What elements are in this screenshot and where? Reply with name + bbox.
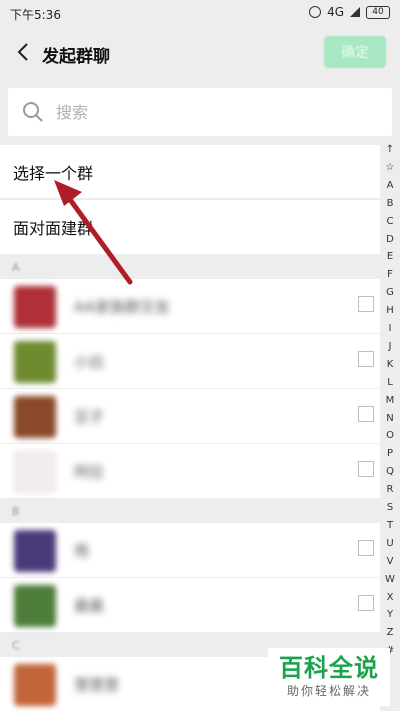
contact-checkbox[interactable] <box>358 595 374 611</box>
network-label: 4G <box>327 5 344 19</box>
chevron-left-icon <box>17 43 28 61</box>
contact-name: 晨晨 <box>74 597 105 615</box>
avatar <box>14 530 56 572</box>
avatar <box>14 286 56 328</box>
contact-checkbox[interactable] <box>358 540 374 556</box>
contact-checkbox[interactable] <box>358 461 374 477</box>
index-letter[interactable]: H <box>380 305 400 316</box>
index-letter[interactable]: W <box>380 574 400 585</box>
index-letter[interactable]: ☆ <box>380 162 400 173</box>
index-letter[interactable]: B <box>380 198 400 209</box>
index-letter[interactable]: Z <box>380 627 400 638</box>
index-letter[interactable]: G <box>380 287 400 298</box>
status-time: 下午5:36 <box>10 8 61 22</box>
avatar <box>14 664 56 706</box>
watermark-title: 百科全说 <box>279 654 379 682</box>
search-input[interactable] <box>56 102 356 122</box>
section-gap: B <box>0 499 380 523</box>
battery-icon: 40 <box>366 5 390 19</box>
contact-row[interactable]: 豆子 <box>0 389 380 443</box>
index-letter[interactable]: T <box>380 520 400 531</box>
section-header: C <box>12 639 20 652</box>
alarm-icon <box>309 6 322 18</box>
status-bar: 下午5:36 4G 40 <box>0 0 400 28</box>
index-letter[interactable]: A <box>380 180 400 191</box>
index-letter[interactable]: I <box>380 323 400 334</box>
contact-name: 慧慧慧 <box>74 676 120 694</box>
avatar <box>14 451 56 493</box>
contact-name: 小白 <box>74 353 105 371</box>
face-to-face-group-option[interactable]: 面对面建群 <box>0 200 380 254</box>
index-letter[interactable]: L <box>380 377 400 388</box>
contact-name: 雨 <box>74 542 90 560</box>
nav-bar: 发起群聊 确定 <box>0 28 400 76</box>
contact-row[interactable]: AA家族群交友 <box>0 279 380 333</box>
select-group-option[interactable]: 选择一个群 <box>0 145 380 199</box>
index-letter[interactable]: R <box>380 484 400 495</box>
index-letter[interactable]: E <box>380 251 400 262</box>
section-header: B <box>12 505 20 518</box>
index-letter[interactable]: P <box>380 448 400 459</box>
search-icon <box>23 102 43 122</box>
contact-row[interactable]: 阿拉 <box>0 444 380 498</box>
index-letter[interactable]: N <box>380 413 400 424</box>
contact-checkbox[interactable] <box>358 351 374 367</box>
index-letter[interactable]: M <box>380 395 400 406</box>
signal-icon <box>350 7 360 17</box>
contact-name: 豆子 <box>74 408 105 426</box>
contact-name: AA家族群交友 <box>74 298 170 316</box>
contact-row[interactable]: 雨 <box>0 523 380 577</box>
avatar <box>14 341 56 383</box>
index-letter[interactable]: O <box>380 430 400 441</box>
contact-row[interactable]: 小白 <box>0 334 380 388</box>
index-letter[interactable]: V <box>380 556 400 567</box>
watermark-subtitle: 助你轻松解决 <box>286 684 371 698</box>
contact-row[interactable]: 晨晨 <box>0 578 380 632</box>
contact-checkbox[interactable] <box>358 406 374 422</box>
index-letter[interactable]: C <box>380 216 400 227</box>
index-letter[interactable]: J <box>380 341 400 352</box>
index-letter[interactable]: ↑ <box>380 144 400 155</box>
confirm-button[interactable]: 确定 <box>324 36 386 68</box>
index-letter[interactable]: S <box>380 502 400 513</box>
avatar <box>14 396 56 438</box>
index-letter[interactable]: D <box>380 234 400 245</box>
index-letter[interactable]: X <box>380 592 400 603</box>
index-letter[interactable]: Q <box>380 466 400 477</box>
avatar <box>14 585 56 627</box>
section-header: A <box>12 261 20 274</box>
index-letter[interactable]: Y <box>380 609 400 620</box>
back-button[interactable] <box>8 36 38 68</box>
section-gap: A <box>0 255 380 279</box>
index-letter[interactable]: F <box>380 269 400 280</box>
contact-name: 阿拉 <box>74 463 105 481</box>
page-title: 发起群聊 <box>42 47 110 67</box>
status-icons: 4G 40 <box>309 5 390 19</box>
watermark-logo: 百科全说 助你轻松解决 <box>268 648 390 706</box>
index-letter[interactable]: K <box>380 359 400 370</box>
alphabet-index-bar[interactable]: ↑☆ABCDEFGHIJKLMNOPQRSTUVWXYZ# <box>380 140 400 660</box>
index-letter[interactable]: U <box>380 538 400 549</box>
search-bar[interactable] <box>8 88 392 136</box>
contact-checkbox[interactable] <box>358 296 374 312</box>
